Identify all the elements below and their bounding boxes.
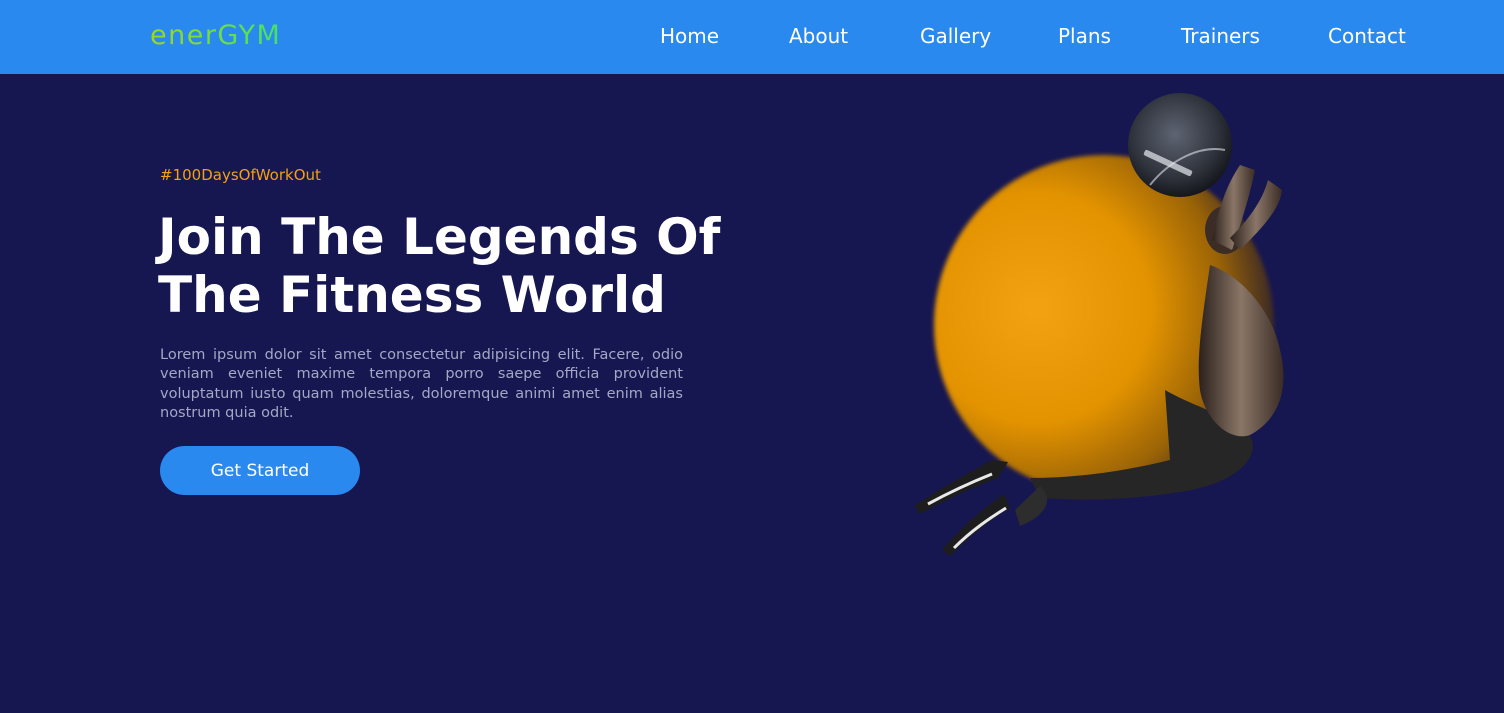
hero-headline: Join The Legends Of The Fitness World bbox=[158, 208, 778, 324]
nav-link-trainers[interactable]: Trainers bbox=[1181, 24, 1260, 48]
nav-link-gallery[interactable]: Gallery bbox=[920, 24, 991, 48]
nav-link-plans[interactable]: Plans bbox=[1058, 24, 1111, 48]
navbar: enerGYM Home About Gallery Plans Trainer… bbox=[0, 0, 1504, 74]
get-started-button[interactable]: Get Started bbox=[160, 446, 360, 495]
hero-description: Lorem ipsum dolor sit amet consectetur a… bbox=[160, 347, 683, 421]
hero-image bbox=[880, 90, 1340, 580]
hero-headline-line-2: The Fitness World bbox=[158, 266, 666, 324]
athlete-jumping-with-medicine-ball-icon bbox=[914, 93, 1284, 556]
brand-logo[interactable]: enerGYM bbox=[150, 20, 281, 51]
hero-headline-line-1: Join The Legends Of bbox=[158, 208, 721, 266]
hero-hashtag: #100DaysOfWorkOut bbox=[160, 166, 321, 184]
nav-link-home[interactable]: Home bbox=[660, 24, 719, 48]
nav-link-contact[interactable]: Contact bbox=[1328, 24, 1406, 48]
nav-link-about[interactable]: About bbox=[789, 24, 848, 48]
